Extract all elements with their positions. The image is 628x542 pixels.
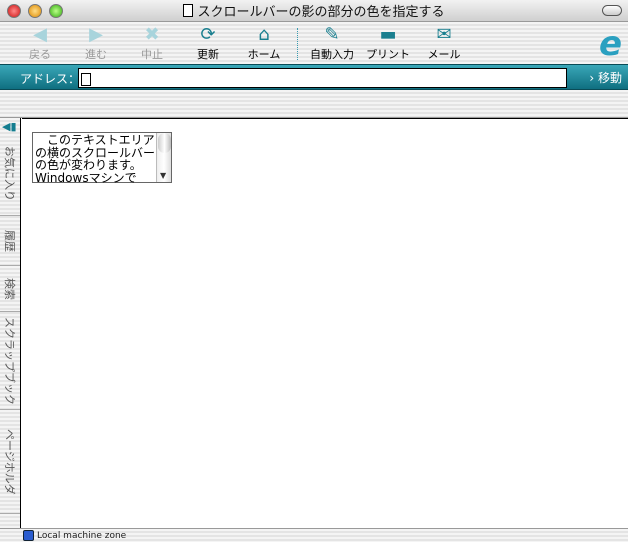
back-label: 戻る	[29, 48, 51, 61]
mail-label: メール	[427, 48, 461, 61]
chevron-right-icon: ›	[589, 71, 595, 85]
scroll-down-arrow-icon[interactable]: ▼	[160, 171, 166, 180]
computer-zone-icon	[23, 530, 34, 541]
address-input[interactable]	[78, 68, 567, 88]
back-arrow-icon: ◀	[33, 24, 47, 45]
stop-x-icon: ✖	[144, 24, 160, 45]
forward-button[interactable]: ▶ 進む	[68, 24, 124, 62]
home-label: ホーム	[247, 48, 281, 61]
forward-label: 進む	[85, 48, 107, 61]
explorer-sidebar: ◀▮ お気に入り 履歴 検索 スクラップブック ページホルダ	[0, 118, 21, 528]
stop-label: 中止	[141, 48, 163, 61]
sidebar-tab-scrapbook[interactable]: スクラップブック	[0, 312, 20, 410]
print-label: プリント	[366, 48, 410, 61]
home-button[interactable]: ⌂ ホーム	[236, 24, 292, 62]
status-bar: Local machine zone	[0, 528, 628, 542]
maximize-button[interactable]	[49, 4, 63, 18]
pen-icon: ✎	[324, 24, 340, 45]
page-content: このテキストエリアの横のスクロールバーの色が変わります。Windowsマシンで …	[22, 118, 628, 528]
textarea-text: このテキストエリアの横のスクロールバーの色が変わります。Windowsマシンで	[35, 134, 155, 183]
address-label: アドレス：	[20, 72, 81, 86]
sidebar-tab-history[interactable]: 履歴	[0, 216, 20, 266]
scroll-thumb[interactable]	[158, 133, 171, 153]
printer-icon: ▬	[379, 24, 397, 45]
toolbar: ◀ 戻る ▶ 進む ✖ 中止 ⟳ 更新 ⌂ ホーム ✎ 自動入力 ▬ プリント ✉ メール e	[0, 22, 628, 64]
stop-button[interactable]: ✖ 中止	[124, 24, 180, 62]
security-zone: Local machine zone	[23, 530, 126, 541]
zone-label: Local machine zone	[37, 530, 127, 541]
sidebar-tab-page-holder[interactable]: ページホルダ	[0, 410, 20, 514]
window-title: スクロールバーの影の部分の色を指定する	[183, 1, 445, 20]
refresh-label: 更新	[197, 48, 219, 61]
toolbar-toggle-button[interactable]	[602, 5, 622, 16]
print-button[interactable]: ▬ プリント	[360, 24, 416, 62]
go-button[interactable]: › 移動	[589, 69, 622, 86]
favorites-bar	[0, 90, 628, 118]
refresh-button[interactable]: ⟳ 更新	[180, 24, 236, 62]
mail-button[interactable]: ✉ メール	[416, 24, 472, 62]
go-label: 移動	[597, 71, 622, 85]
mail-icon: ✉	[436, 24, 452, 45]
refresh-icon: ⟳	[200, 24, 216, 45]
textarea-scrollbar[interactable]: ▼	[156, 133, 171, 182]
page-icon	[81, 73, 91, 86]
document-icon	[183, 4, 194, 17]
close-button[interactable]	[7, 4, 21, 18]
home-icon: ⌂	[258, 24, 270, 45]
sample-textarea[interactable]: このテキストエリアの横のスクロールバーの色が変わります。Windowsマシンで …	[32, 132, 172, 183]
autofill-label: 自動入力	[310, 48, 354, 61]
title-bar: スクロールバーの影の部分の色を指定する	[0, 0, 628, 22]
autofill-button[interactable]: ✎ 自動入力	[304, 24, 360, 62]
forward-arrow-icon: ▶	[89, 24, 103, 45]
address-bar: アドレス： › 移動	[0, 64, 628, 90]
sidebar-tab-favorites[interactable]: お気に入り	[0, 132, 20, 216]
toolbar-separator	[297, 28, 298, 60]
window-title-text: スクロールバーの影の部分の色を指定する	[197, 5, 445, 20]
ie-logo-icon: e	[598, 24, 622, 64]
minimize-button[interactable]	[28, 4, 42, 18]
back-button[interactable]: ◀ 戻る	[12, 24, 68, 62]
sidebar-tab-search[interactable]: 検索	[0, 266, 20, 312]
